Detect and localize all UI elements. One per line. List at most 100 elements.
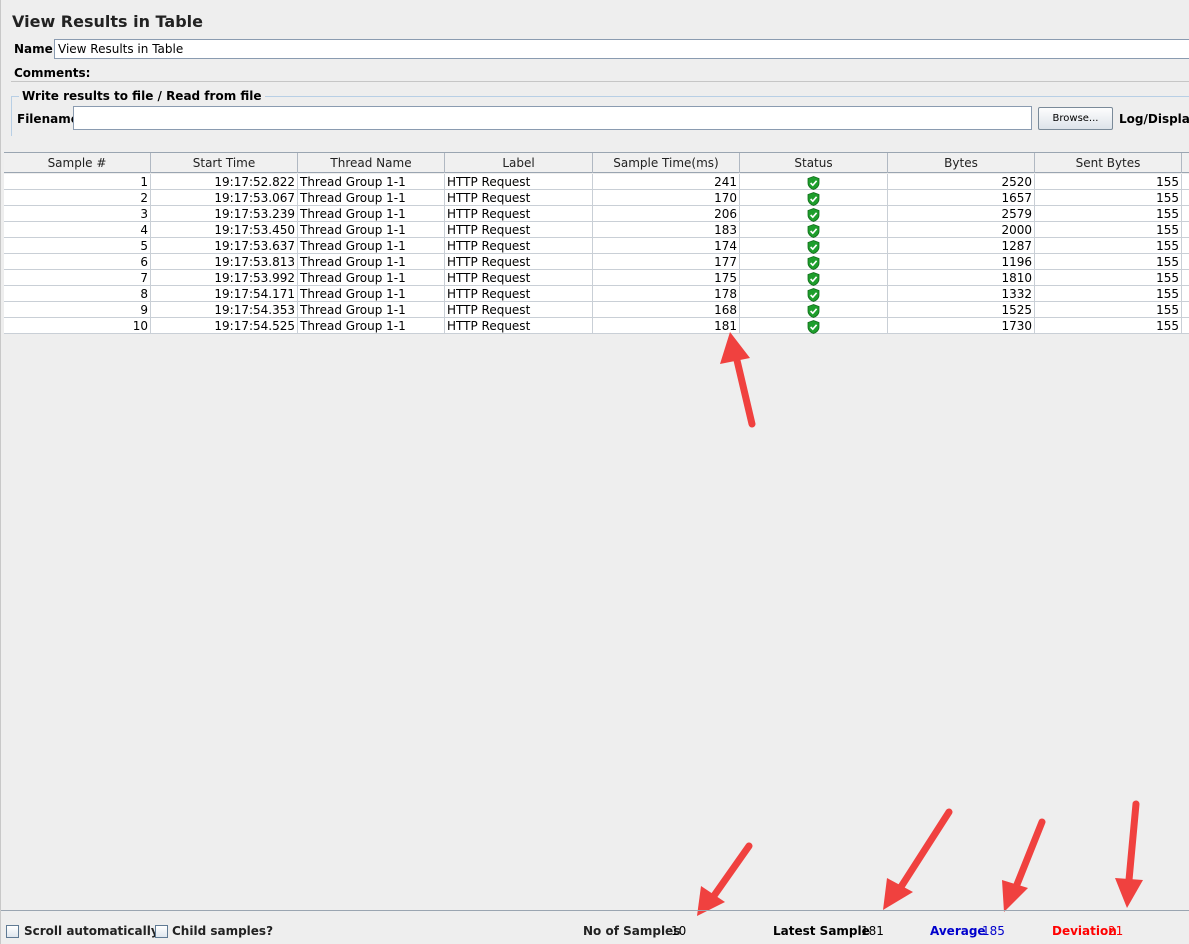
label-cell: HTTP Request (445, 286, 593, 302)
label-cell: HTTP Request (445, 222, 593, 238)
sent-bytes-cell: 155 (1035, 270, 1182, 286)
sent-bytes-cell: 155 (1035, 174, 1182, 190)
sample-number-cell: 9 (4, 302, 151, 318)
success-shield-icon (807, 271, 820, 286)
thread-name-cell: Thread Group 1-1 (298, 270, 445, 286)
average-value: 185 (982, 924, 1005, 938)
page-title: View Results in Table (12, 12, 203, 31)
column-header-label[interactable]: Label (445, 153, 593, 173)
sent-bytes-cell: 155 (1035, 238, 1182, 254)
sample-time-cell: 175 (593, 270, 740, 286)
status-cell (740, 190, 888, 206)
sample-time-cell: 183 (593, 222, 740, 238)
bytes-cell: 2520 (888, 174, 1035, 190)
sample-time-cell: 181 (593, 318, 740, 334)
table-row[interactable]: 6 19:17:53.813 Thread Group 1-1 HTTP Reques… (4, 254, 1189, 270)
bytes-cell: 1196 (888, 254, 1035, 270)
column-header-sent-bytes[interactable]: Sent Bytes (1035, 153, 1182, 173)
bytes-cell: 2000 (888, 222, 1035, 238)
success-shield-icon (807, 175, 820, 190)
start-time-cell: 19:17:54.353 (151, 302, 298, 318)
scroll-automatically-checkbox[interactable] (6, 925, 19, 938)
bytes-cell: 1332 (888, 286, 1035, 302)
thread-name-cell: Thread Group 1-1 (298, 174, 445, 190)
sent-bytes-cell: 155 (1035, 190, 1182, 206)
deviation-value: 21 (1108, 924, 1124, 938)
table-row[interactable]: 8 19:17:54.171 Thread Group 1-1 HTTP Reques… (4, 286, 1189, 302)
start-time-cell: 19:17:53.813 (151, 254, 298, 270)
child-samples-checkbox[interactable] (155, 925, 168, 938)
label-cell: HTTP Request (445, 174, 593, 190)
browse-button[interactable]: Browse... (1038, 107, 1113, 130)
start-time-cell: 19:17:53.067 (151, 190, 298, 206)
sent-bytes-cell: 155 (1035, 254, 1182, 270)
status-cell (740, 302, 888, 318)
thread-name-cell: Thread Group 1-1 (298, 254, 445, 270)
bytes-cell: 1730 (888, 318, 1035, 334)
scroll-automatically-label[interactable]: Scroll automatically? (24, 924, 166, 938)
thread-name-cell: Thread Group 1-1 (298, 206, 445, 222)
start-time-cell: 19:17:53.239 (151, 206, 298, 222)
label-cell: HTTP Request (445, 302, 593, 318)
start-time-cell: 19:17:52.822 (151, 174, 298, 190)
filename-field[interactable] (73, 106, 1032, 130)
bytes-cell: 2579 (888, 206, 1035, 222)
sent-bytes-cell: 155 (1035, 222, 1182, 238)
column-header-status[interactable]: Status (740, 153, 888, 173)
table-row[interactable]: 5 19:17:53.637 Thread Group 1-1 HTTP Reques… (4, 238, 1189, 254)
status-cell (740, 254, 888, 270)
average-label: Average (930, 924, 986, 938)
child-samples-label[interactable]: Child samples? (172, 924, 273, 938)
sample-number-cell: 5 (4, 238, 151, 254)
table-row[interactable]: 9 19:17:54.353 Thread Group 1-1 HTTP Reques… (4, 302, 1189, 318)
name-field[interactable] (54, 39, 1189, 59)
sent-bytes-cell: 155 (1035, 286, 1182, 302)
column-header-sample-time[interactable]: Sample Time(ms) (593, 153, 740, 173)
sample-time-cell: 241 (593, 174, 740, 190)
label-cell: HTTP Request (445, 318, 593, 334)
success-shield-icon (807, 319, 820, 334)
sample-time-cell: 170 (593, 190, 740, 206)
thread-name-cell: Thread Group 1-1 (298, 238, 445, 254)
table-row[interactable]: 10 19:17:54.525 Thread Group 1-1 HTTP Reque… (4, 318, 1189, 334)
sent-bytes-cell: 155 (1035, 302, 1182, 318)
bytes-cell: 1525 (888, 302, 1035, 318)
label-cell: HTTP Request (445, 270, 593, 286)
table-row[interactable]: 7 19:17:53.992 Thread Group 1-1 HTTP Reques… (4, 270, 1189, 286)
thread-name-cell: Thread Group 1-1 (298, 302, 445, 318)
table-row[interactable]: 1 19:17:52.822 Thread Group 1-1 HTTP Reques… (4, 174, 1189, 190)
success-shield-icon (807, 191, 820, 206)
sample-time-cell: 177 (593, 254, 740, 270)
status-cell (740, 270, 888, 286)
label-cell: HTTP Request (445, 238, 593, 254)
table-row[interactable]: 3 19:17:53.239 Thread Group 1-1 HTTP Reques… (4, 206, 1189, 222)
sent-bytes-cell: 155 (1035, 318, 1182, 334)
sample-number-cell: 4 (4, 222, 151, 238)
bytes-cell: 1810 (888, 270, 1035, 286)
latest-sample-label: Latest Sample (773, 924, 870, 938)
log-display-label[interactable]: Log/Display O (1119, 112, 1189, 126)
status-cell (740, 206, 888, 222)
status-cell (740, 174, 888, 190)
sample-number-cell: 3 (4, 206, 151, 222)
start-time-cell: 19:17:53.450 (151, 222, 298, 238)
sent-bytes-cell: 155 (1035, 206, 1182, 222)
sample-number-cell: 8 (4, 286, 151, 302)
success-shield-icon (807, 239, 820, 254)
label-cell: HTTP Request (445, 190, 593, 206)
sample-number-cell: 7 (4, 270, 151, 286)
comments-row: Comments: (11, 62, 1189, 82)
table-row[interactable]: 4 19:17:53.450 Thread Group 1-1 HTTP Reques… (4, 222, 1189, 238)
sample-number-cell: 2 (4, 190, 151, 206)
sample-time-cell: 178 (593, 286, 740, 302)
thread-name-cell: Thread Group 1-1 (298, 286, 445, 302)
name-label: Name: (14, 42, 58, 56)
table-row[interactable]: 2 19:17:53.067 Thread Group 1-1 HTTP Reques… (4, 190, 1189, 206)
column-header-sample[interactable]: Sample # (4, 153, 151, 173)
column-header-start-time[interactable]: Start Time (151, 153, 298, 173)
status-cell (740, 238, 888, 254)
success-shield-icon (807, 255, 820, 270)
column-header-thread-name[interactable]: Thread Name (298, 153, 445, 173)
column-header-bytes[interactable]: Bytes (888, 153, 1035, 173)
results-table[interactable]: Sample # Start Time Thread Name Label Sa… (4, 152, 1189, 910)
